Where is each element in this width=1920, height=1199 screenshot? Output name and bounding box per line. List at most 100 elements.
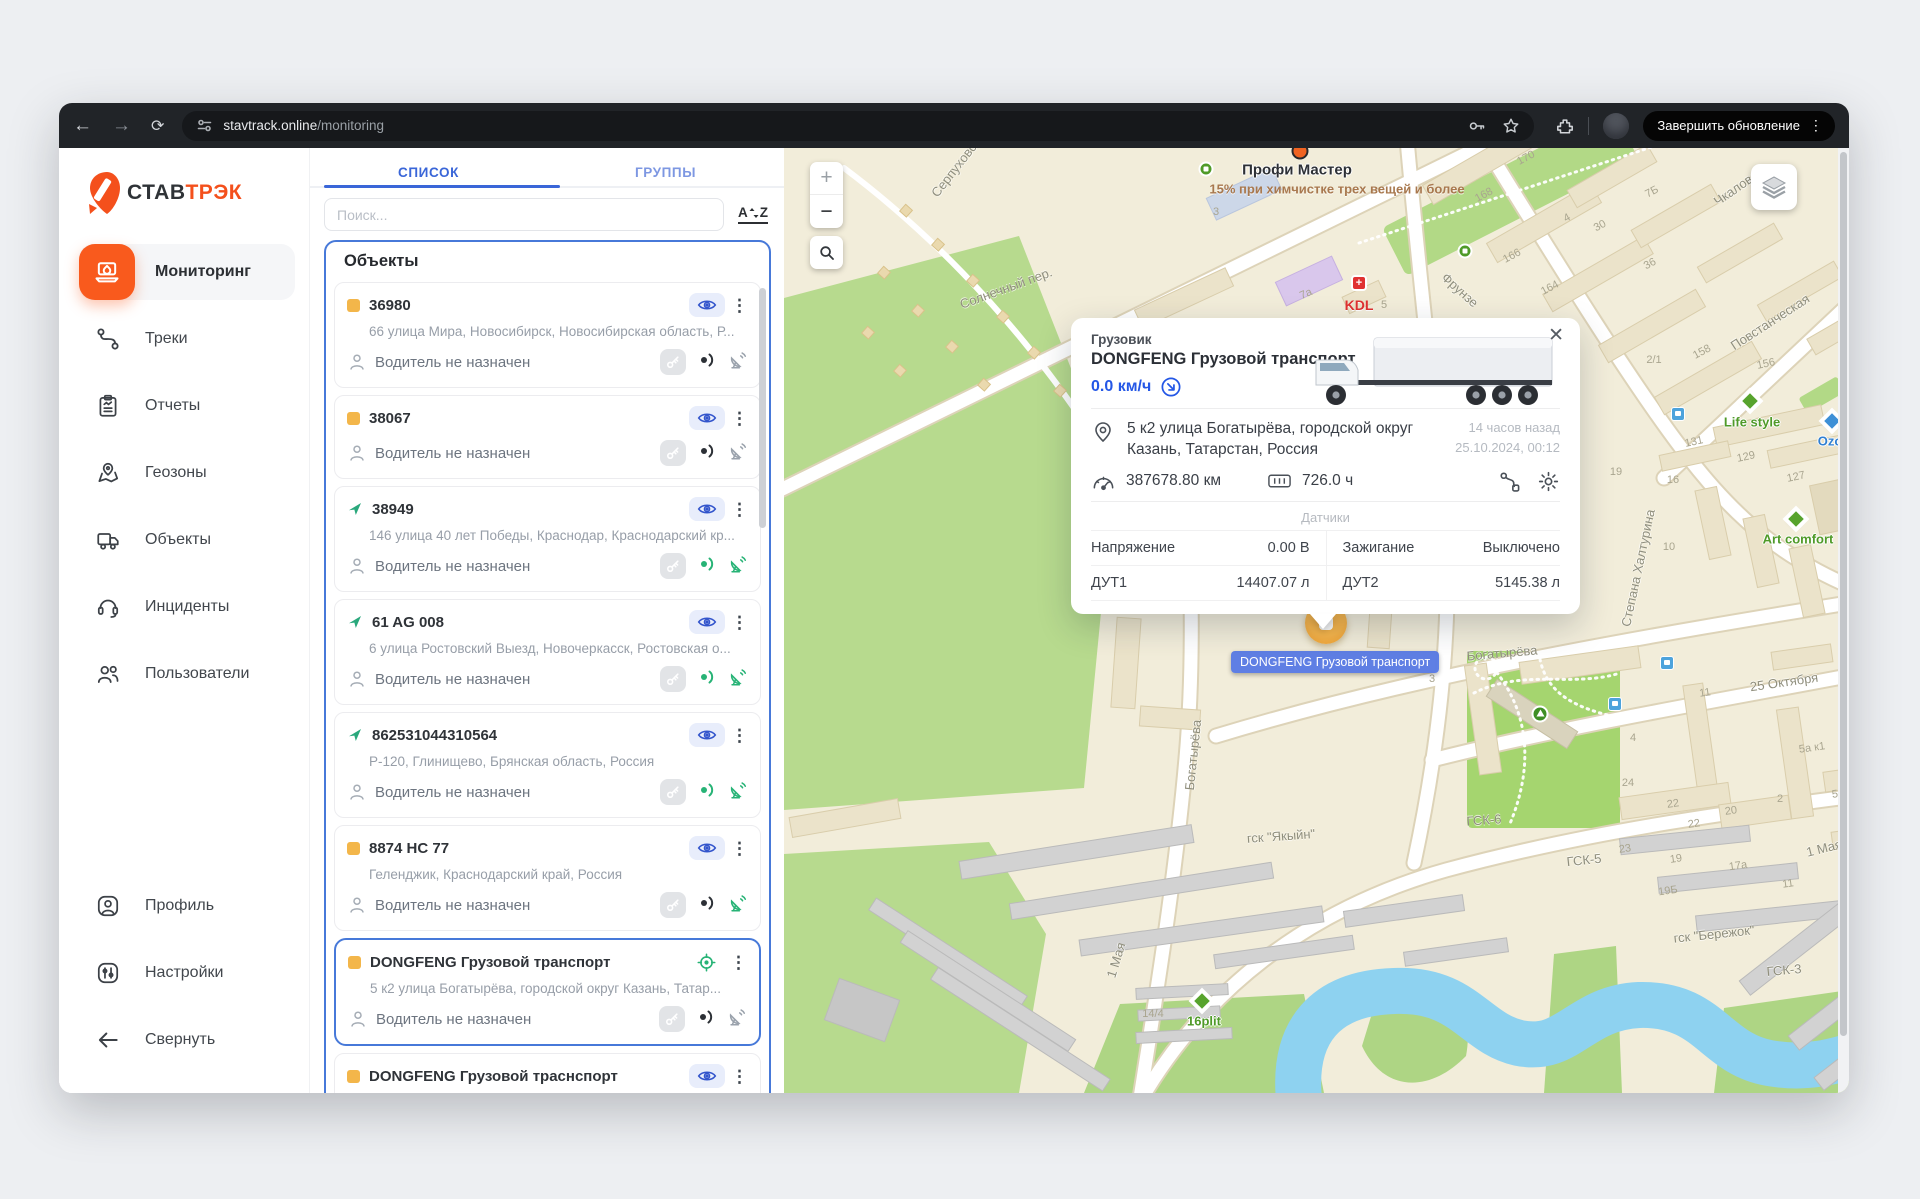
map-canvas[interactable]: СерпуховскаяСолнечный пер.ФрунзеЧкаловаП… [784, 148, 1849, 1093]
visibility-eye-button[interactable] [689, 610, 725, 634]
sidebar-item-geozones[interactable]: Геозоны [79, 445, 295, 501]
stavtrack-logo: СТАВТРЭК [85, 170, 242, 216]
vehicle-list-item[interactable]: 38949 ⋮ 146 улица 40 лет Победы, Краснод… [334, 486, 761, 592]
key-button[interactable] [660, 349, 686, 375]
layers-icon [1761, 175, 1787, 199]
driver-icon [347, 669, 367, 689]
objects-list-container: Объекты 36980 ⋮ 66 улица Мира, Новосибир… [324, 240, 771, 1093]
browser-menu-icon[interactable]: ⋮ [1809, 117, 1823, 134]
item-menu-icon[interactable]: ⋮ [731, 410, 748, 427]
vehicle-address: Р-120, Глинищево, Брянская область, Росс… [369, 754, 748, 769]
visibility-eye-button[interactable] [689, 293, 725, 317]
vehicle-name: 61 AG 008 [372, 614, 689, 631]
collapse-arrow-icon [95, 1027, 121, 1053]
sidebar-item-monitoring[interactable]: Мониторинг [79, 244, 295, 300]
site-settings-icon[interactable] [196, 117, 213, 134]
sidebar-item-incidents[interactable]: Инциденты [79, 579, 295, 635]
key-button[interactable] [660, 892, 686, 918]
vehicle-speed: 0.0 км/ч [1091, 378, 1151, 396]
objects-list[interactable]: 36980 ⋮ 66 улица Мира, Новосибирск, Ново… [326, 282, 769, 1093]
vehicle-status-square-icon [347, 1070, 360, 1083]
settings-icon [95, 960, 121, 986]
sidebar-item-settings[interactable]: Настройки [79, 945, 295, 1001]
sidebar-item-objects[interactable]: Объекты [79, 512, 295, 568]
sidebar-item-profile[interactable]: Профиль [79, 878, 295, 934]
list-scrollbar[interactable] [759, 288, 766, 528]
tab-groups[interactable]: ГРУППЫ [547, 158, 784, 188]
vehicle-list-item[interactable]: DONGFENG Грузовой транспорт ⋮ 5 к2 улица… [334, 938, 761, 1046]
sensors-grid: Напряжение0.00 В ЗажиганиеВыключено ДУТ1… [1091, 530, 1560, 600]
map-layers-button[interactable] [1751, 164, 1797, 210]
sidebar-collapse-button[interactable]: Свернуть [79, 1012, 295, 1068]
sidebar-item-tracks[interactable]: Треки [79, 311, 295, 367]
sidebar-item-label: Свернуть [145, 1031, 215, 1049]
extensions-icon[interactable] [1556, 117, 1574, 135]
key-button[interactable] [660, 553, 686, 579]
vehicle-name: 38949 [372, 501, 689, 518]
vehicle-moving-arrow-icon [347, 501, 363, 517]
search-input[interactable] [324, 198, 724, 231]
sidebar-item-users[interactable]: Пользователи [79, 646, 295, 702]
item-menu-icon[interactable]: ⋮ [731, 501, 748, 518]
ignition-icon [686, 780, 717, 805]
url-path: /monitoring [317, 118, 384, 133]
item-menu-icon[interactable]: ⋮ [731, 614, 748, 631]
item-menu-icon[interactable]: ⋮ [730, 954, 747, 971]
users-icon [95, 661, 121, 687]
profile-avatar[interactable] [1603, 113, 1629, 139]
back-icon[interactable]: ← [73, 115, 92, 137]
popup-close-icon[interactable]: ✕ [1548, 326, 1564, 345]
key-button[interactable] [660, 666, 686, 692]
ignition-icon [686, 554, 717, 579]
item-menu-icon[interactable]: ⋮ [731, 840, 748, 857]
locate-target-button[interactable] [688, 950, 724, 974]
satellite-dish-icon [716, 1007, 747, 1032]
ignition-icon [686, 441, 717, 466]
vehicle-list-item[interactable]: 862531044310564 ⋮ Р-120, Глинищево, Брян… [334, 712, 761, 818]
objects-panel: СПИСОК ГРУППЫ A Z Объекты 36980 ⋮ 66 ули… [309, 148, 784, 1093]
sidebar-item-label: Геозоны [145, 464, 207, 482]
visibility-eye-button[interactable] [689, 1064, 725, 1088]
vehicle-list-item[interactable]: 38067 ⋮ Водитель не назначен [334, 395, 761, 479]
vehicle-list-item[interactable]: DONGFENG Грузовой траснспорт ⋮ 71 улица … [334, 1053, 761, 1093]
item-menu-icon[interactable]: ⋮ [731, 727, 748, 744]
key-button[interactable] [659, 1006, 685, 1032]
forward-icon[interactable]: → [112, 115, 131, 137]
key-button[interactable] [660, 440, 686, 466]
vehicle-list-item[interactable]: 61 AG 008 ⋮ 6 улица Ростовский Выезд, Но… [334, 599, 761, 705]
zoom-out-button[interactable]: − [810, 195, 843, 228]
zoom-in-button[interactable]: + [810, 162, 843, 195]
sort-az-button[interactable]: A Z [738, 205, 768, 224]
driver-status: Водитель не назначен [375, 558, 660, 575]
item-menu-icon[interactable]: ⋮ [731, 1068, 748, 1085]
tab-list[interactable]: СПИСОК [310, 158, 547, 188]
password-key-icon[interactable] [1468, 117, 1486, 135]
visibility-eye-button[interactable] [689, 406, 725, 430]
driver-status: Водитель не назначен [375, 445, 660, 462]
visibility-eye-button[interactable] [689, 836, 725, 860]
heading-arrow-icon [1160, 376, 1182, 398]
visibility-eye-button[interactable] [689, 497, 725, 521]
sidebar-item-reports[interactable]: Отчеты [79, 378, 295, 434]
vehicle-map-label[interactable]: DONGFENG Грузовой транспорт [1231, 651, 1439, 673]
sidebar-item-label: Треки [145, 330, 188, 348]
url-bar[interactable]: stavtrack.online/monitoring [182, 111, 1534, 141]
map-search-button[interactable] [810, 236, 843, 269]
key-button[interactable] [660, 779, 686, 805]
reload-icon[interactable]: ⟳ [151, 116, 164, 136]
vehicle-name: DONGFENG Грузовой транспорт [370, 954, 688, 971]
track-route-icon[interactable] [1498, 470, 1521, 493]
item-menu-icon[interactable]: ⋮ [731, 297, 748, 314]
bookmark-star-icon[interactable] [1502, 117, 1520, 135]
vehicle-list-item[interactable]: 36980 ⋮ 66 улица Мира, Новосибирск, Ново… [334, 282, 761, 388]
gear-icon[interactable] [1537, 470, 1560, 493]
vehicle-moving-arrow-icon [347, 727, 363, 743]
page-scrollbar[interactable] [1838, 148, 1849, 1093]
finish-update-button[interactable]: Завершить обновление ⋮ [1643, 111, 1835, 141]
driver-icon [347, 443, 367, 463]
vehicle-list-item[interactable]: 8874 НС 77 ⋮ Геленджик, Краснодарский кр… [334, 825, 761, 931]
sidebar-item-label: Профиль [145, 897, 214, 915]
vehicle-address: Геленджик, Краснодарский край, Россия [369, 867, 748, 882]
visibility-eye-button[interactable] [689, 723, 725, 747]
odometer-value: 387678.80 км [1126, 472, 1221, 490]
